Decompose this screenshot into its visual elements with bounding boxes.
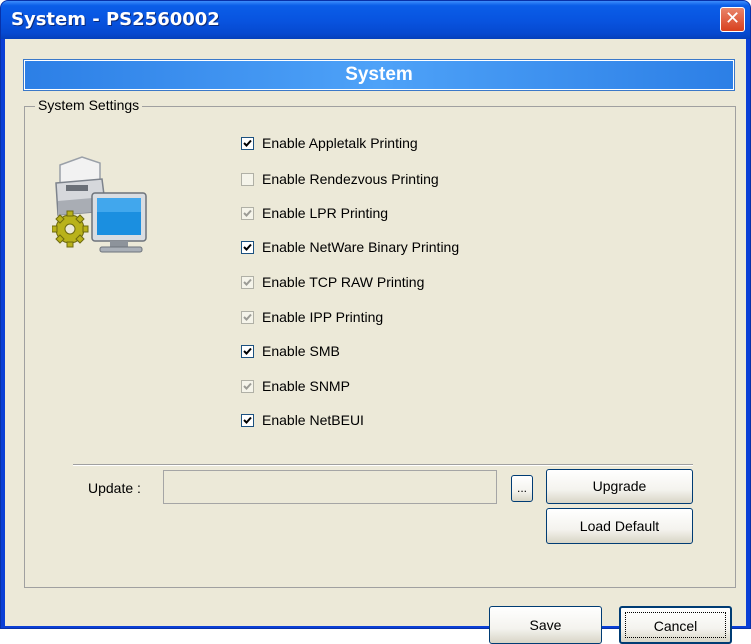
dialog-body: System System Settings Enable Appletalk … <box>5 39 746 644</box>
setting-label: Enable LPR Printing <box>262 205 389 221</box>
setting-label: Enable SNMP <box>262 378 350 394</box>
setting-label: Enable NetBEUI <box>262 412 364 428</box>
setting-label: Enable IPP Printing <box>262 309 384 325</box>
checkmark-icon <box>243 313 252 321</box>
setting-tcp-raw[interactable]: Enable TCP RAW Printing <box>241 272 424 292</box>
save-button[interactable]: Save <box>489 606 602 644</box>
checkmark-icon <box>243 243 252 251</box>
setting-appletalk[interactable]: Enable Appletalk Printing <box>241 133 418 153</box>
cancel-label: Cancel <box>653 618 698 634</box>
close-icon: ✕ <box>724 8 741 29</box>
update-file-field[interactable] <box>163 470 497 504</box>
separator <box>73 464 693 466</box>
setting-netware-binary[interactable]: Enable NetWare Binary Printing <box>241 237 459 257</box>
setting-lpr[interactable]: Enable LPR Printing <box>241 203 388 223</box>
dialog-window: System - PS2560002 ✕ System System Setti… <box>0 0 751 644</box>
cancel-button[interactable]: Cancel <box>619 606 732 644</box>
checkbox[interactable] <box>241 172 254 186</box>
system-settings-group: System Settings Enable Appletalk Printin… <box>24 97 736 588</box>
setting-label: Enable TCP RAW Printing <box>262 274 425 290</box>
group-label: System Settings <box>35 97 143 113</box>
window-title: System - PS2560002 <box>11 9 220 30</box>
printer-computer-gear-icon <box>52 156 147 253</box>
checkmark-icon <box>243 139 252 147</box>
setting-rendezvous[interactable]: Enable Rendezvous Printing <box>241 169 439 189</box>
load-default-button[interactable]: Load Default <box>546 508 693 544</box>
setting-label: Enable Appletalk Printing <box>262 135 418 151</box>
checkmark-icon <box>243 278 252 286</box>
checkbox[interactable] <box>241 275 254 289</box>
setting-label: Enable Rendezvous Printing <box>262 171 439 187</box>
checkbox[interactable] <box>241 413 254 427</box>
checkbox[interactable] <box>241 379 254 393</box>
checkbox[interactable] <box>241 310 254 324</box>
browse-button[interactable]: ... <box>511 475 533 502</box>
checkbox[interactable] <box>241 206 254 220</box>
title-bar[interactable]: System - PS2560002 ✕ <box>1 1 750 39</box>
checkbox[interactable] <box>241 136 254 150</box>
checkmark-icon <box>243 416 252 424</box>
setting-label: Enable NetWare Binary Printing <box>262 239 460 255</box>
checkmark-icon <box>243 382 252 390</box>
update-label: Update : <box>88 480 141 496</box>
checkmark-icon <box>243 209 252 217</box>
checkbox[interactable] <box>241 344 254 358</box>
setting-label: Enable SMB <box>262 343 340 359</box>
checkmark-icon <box>243 347 252 355</box>
setting-netbeui[interactable]: Enable NetBEUI <box>241 410 364 430</box>
section-banner: System <box>23 59 735 91</box>
setting-snmp[interactable]: Enable SNMP <box>241 376 350 396</box>
checkbox[interactable] <box>241 240 254 254</box>
close-button[interactable]: ✕ <box>720 7 745 32</box>
setting-smb[interactable]: Enable SMB <box>241 341 340 361</box>
setting-ipp[interactable]: Enable IPP Printing <box>241 307 383 327</box>
upgrade-button[interactable]: Upgrade <box>546 469 693 504</box>
